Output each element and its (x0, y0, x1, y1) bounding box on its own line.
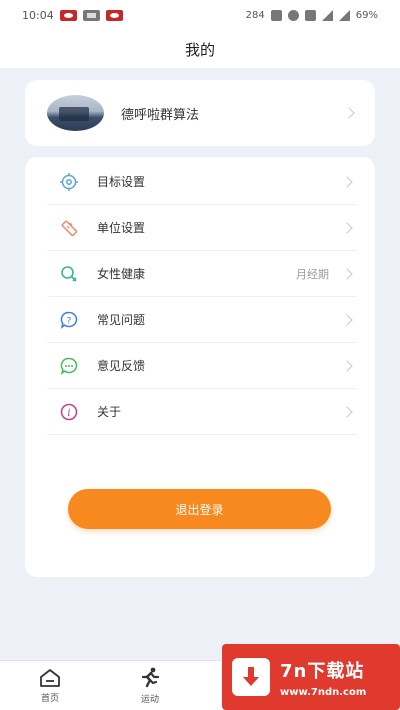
status-time: 10:04 (22, 8, 54, 22)
battery-level: 69% (355, 9, 378, 21)
app-notification-icon (105, 9, 123, 21)
download-icon (232, 658, 270, 696)
chevron-right-icon (341, 359, 353, 372)
ruler-icon (59, 218, 79, 238)
menu-item-units[interactable]: 单位设置 (47, 205, 357, 251)
net-speed: 284 (245, 9, 265, 21)
chevron-right-icon (341, 221, 353, 234)
running-icon (138, 667, 162, 689)
chevron-right-icon (341, 175, 353, 188)
image-notification-icon (82, 9, 100, 21)
question-icon: ? (59, 310, 79, 330)
tab-home[interactable]: 首页 (0, 661, 100, 710)
menu-item-female-health[interactable]: 女性健康 月经期 (47, 251, 357, 297)
menu-item-about[interactable]: i 关于 (47, 389, 357, 435)
profile-name: 德呼啦群算法 (121, 107, 200, 123)
svg-text:i: i (67, 408, 70, 419)
page-header: 我的 (0, 30, 400, 68)
watermark-banner: 7n下载站 www.7ndn.com (222, 644, 400, 710)
profile-card[interactable]: 德呼啦群算法 (25, 80, 375, 146)
avatar[interactable] (47, 95, 104, 131)
status-bar: 10:04 284 69% (0, 0, 400, 30)
target-icon (59, 172, 79, 192)
menu-item-label: 目标设置 (97, 175, 146, 189)
chevron-right-icon (341, 313, 353, 326)
settings-menu: 目标设置 单位设置 女性健康 月经期 ? 常见问题 意见反馈 i 关于 退出登录 (25, 157, 375, 577)
logout-button[interactable]: 退出登录 (68, 489, 331, 529)
chevron-right-icon (341, 267, 353, 280)
wifi-icon (321, 9, 333, 21)
menu-item-faq[interactable]: ? 常见问题 (47, 297, 357, 343)
menstrual-status: 月经期 (296, 267, 329, 281)
chevron-right-icon (343, 107, 355, 119)
watermark-title: 7n下载站 (280, 660, 365, 682)
signal-icon (338, 9, 350, 21)
tab-label: 运动 (140, 694, 159, 705)
watermark-url: www.7ndn.com (280, 686, 367, 698)
nfc-icon (270, 9, 282, 21)
female-health-icon (59, 264, 79, 284)
menu-item-label: 关于 (97, 405, 122, 419)
vibrate-icon (304, 9, 316, 21)
menu-item-feedback[interactable]: 意见反馈 (47, 343, 357, 389)
location-icon (287, 9, 299, 21)
tab-sport[interactable]: 运动 (100, 661, 200, 710)
svg-text:?: ? (67, 316, 72, 326)
menu-item-goal[interactable]: 目标设置 (47, 159, 357, 205)
menu-item-label: 单位设置 (97, 221, 146, 235)
tab-label: 首页 (40, 693, 59, 704)
home-icon (38, 668, 62, 688)
chat-feedback-icon (59, 356, 79, 376)
menu-item-label: 意见反馈 (97, 359, 146, 373)
info-icon: i (59, 402, 79, 422)
page-title: 我的 (184, 40, 215, 59)
chevron-right-icon (341, 405, 353, 418)
app-notification-icon (59, 9, 77, 21)
menu-item-label: 常见问题 (97, 313, 146, 327)
menu-item-label: 女性健康 (97, 267, 146, 281)
